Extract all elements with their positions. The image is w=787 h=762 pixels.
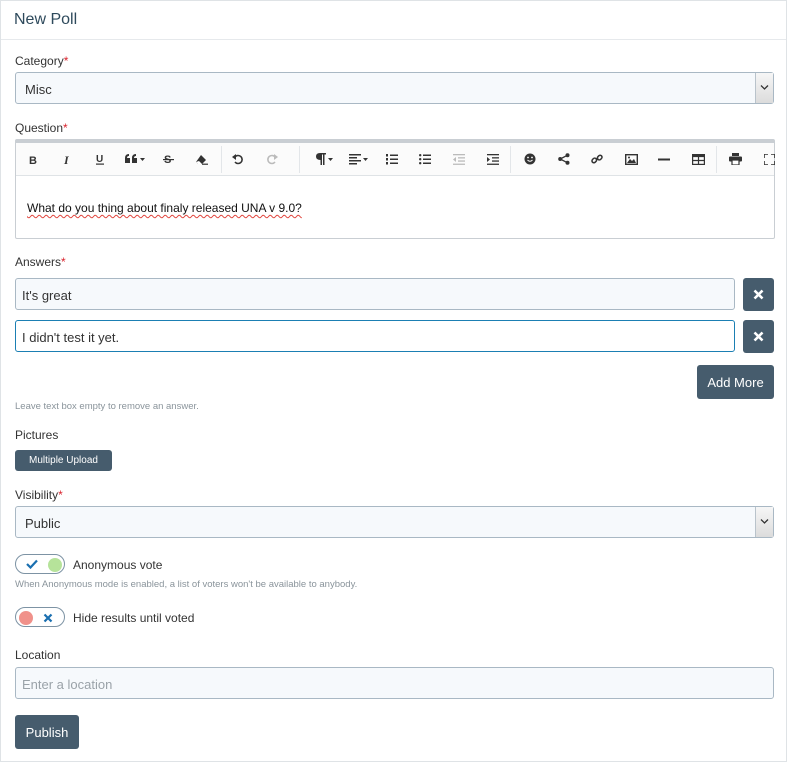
location-label: Location <box>15 648 61 662</box>
horizontal-rule-icon[interactable] <box>657 151 671 167</box>
category-selected-value: Misc <box>25 82 52 97</box>
category-label: Category* <box>15 54 69 68</box>
close-icon <box>753 289 764 300</box>
table-icon[interactable] <box>691 151 705 167</box>
answer-input-2-value: I didn't test it yet. <box>22 330 120 345</box>
location-placeholder: Enter a location <box>22 677 113 692</box>
answer-input-1[interactable]: It's great <box>15 278 735 310</box>
visibility-dropdown-button[interactable] <box>755 507 773 537</box>
answers-hint: Leave text box empty to remove an answer… <box>15 401 199 412</box>
align-icon[interactable] <box>346 151 370 167</box>
share-icon[interactable] <box>557 151 571 167</box>
toolbar-separator <box>299 146 300 173</box>
chevron-down-icon <box>760 519 769 524</box>
undo-icon[interactable] <box>231 151 245 167</box>
anonymous-vote-toggle[interactable] <box>15 554 65 574</box>
print-icon[interactable] <box>728 151 742 167</box>
bold-icon[interactable]: B <box>26 151 40 167</box>
page-title: New Poll <box>14 11 78 28</box>
strikethrough-icon[interactable]: S <box>161 151 175 167</box>
category-dropdown-button[interactable] <box>755 73 773 103</box>
editor-toolbar: B I U S <box>16 143 776 176</box>
blockquote-icon[interactable] <box>123 151 147 167</box>
question-text[interactable]: What do you thing about finaly released … <box>27 201 302 215</box>
multiple-upload-button[interactable]: Multiple Upload <box>15 450 112 471</box>
anonymous-vote-label: Anonymous vote <box>73 558 163 572</box>
answers-label: Answers* <box>15 255 66 269</box>
remove-answer-1-button[interactable] <box>743 278 774 311</box>
eraser-icon[interactable] <box>194 151 208 167</box>
pictures-label: Pictures <box>15 428 59 442</box>
answer-input-1-value: It's great <box>22 288 72 303</box>
new-poll-panel: New Poll Category* Misc Question* B I U <box>0 0 787 762</box>
add-more-button[interactable]: Add More <box>697 365 774 399</box>
toolbar-separator <box>716 146 717 173</box>
hide-results-label: Hide results until voted <box>73 611 195 625</box>
italic-icon[interactable]: I <box>60 151 74 167</box>
link-icon[interactable] <box>590 151 604 167</box>
question-label: Question* <box>15 121 68 135</box>
redo-icon[interactable] <box>265 151 279 167</box>
check-icon <box>26 559 38 569</box>
bullet-list-icon[interactable] <box>418 151 432 167</box>
toggle-knob <box>19 611 33 625</box>
paragraph-icon[interactable] <box>312 151 336 167</box>
indent-icon[interactable] <box>486 151 500 167</box>
numbered-list-icon[interactable] <box>385 151 399 167</box>
svg-text:B: B <box>29 155 37 165</box>
panel-header: New Poll <box>1 1 786 40</box>
remove-answer-2-button[interactable] <box>743 320 774 353</box>
publish-button[interactable]: Publish <box>15 715 79 749</box>
visibility-select[interactable]: Public <box>15 506 774 538</box>
cross-icon <box>43 613 53 623</box>
visibility-label: Visibility* <box>15 488 63 502</box>
anonymous-vote-hint: When Anonymous mode is enabled, a list o… <box>15 579 358 590</box>
toolbar-separator <box>510 146 511 173</box>
question-editor: B I U S What do you thing about finaly r… <box>15 139 775 239</box>
toggle-knob <box>48 558 62 572</box>
image-icon[interactable] <box>624 151 638 167</box>
svg-text:U: U <box>96 154 103 165</box>
toolbar-separator <box>221 146 222 173</box>
chevron-down-icon <box>760 85 769 90</box>
visibility-selected-value: Public <box>25 516 61 531</box>
underline-icon[interactable]: U <box>93 151 107 167</box>
location-input[interactable]: Enter a location <box>15 667 774 699</box>
close-icon <box>753 331 764 342</box>
outdent-icon[interactable] <box>452 151 466 167</box>
svg-text:I: I <box>63 154 70 165</box>
hide-results-toggle[interactable] <box>15 607 65 627</box>
category-select[interactable]: Misc <box>15 72 774 104</box>
fullscreen-icon[interactable] <box>762 151 776 167</box>
answer-input-2[interactable]: I didn't test it yet. <box>15 320 735 352</box>
emoji-icon[interactable] <box>523 151 537 167</box>
